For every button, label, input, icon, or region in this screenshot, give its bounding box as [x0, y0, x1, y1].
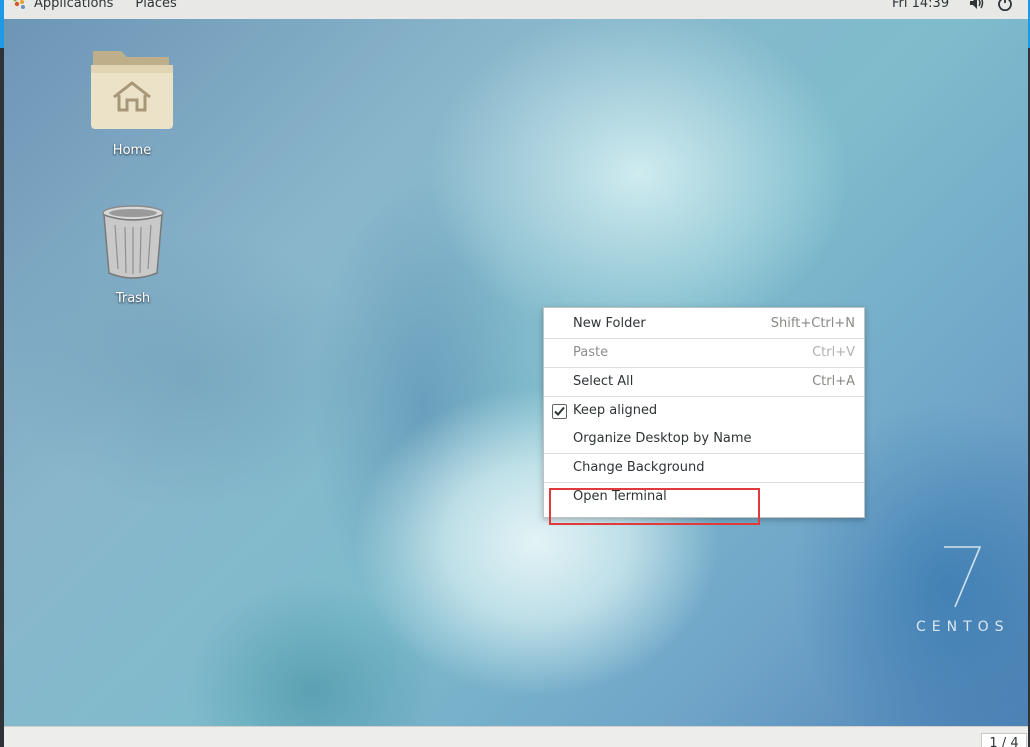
desktop-icon-trash[interactable]: Trash — [78, 203, 188, 306]
trash-icon — [93, 205, 173, 287]
menu-item-organize-by-name[interactable]: Organize Desktop by Name — [544, 425, 864, 453]
clock[interactable]: Fri 14:39 — [892, 0, 949, 11]
top-panel-left: Applications Places — [12, 0, 199, 11]
menu-item-change-background[interactable]: Change Background — [544, 454, 864, 482]
checkbox-icon[interactable] — [552, 404, 567, 419]
home-folder-icon — [87, 51, 177, 139]
menu-item-label: Select All — [573, 374, 634, 389]
menu-item-label: New Folder — [573, 316, 646, 331]
desktop-icon-home[interactable]: Home — [77, 45, 187, 158]
desktop-context-menu: New Folder Shift+Ctrl+N Paste Ctrl+V Sel… — [543, 307, 865, 518]
menu-item-keep-aligned[interactable]: Keep aligned — [544, 397, 864, 425]
power-icon[interactable] — [997, 0, 1013, 15]
menu-item-accel: Shift+Ctrl+N — [770, 316, 855, 331]
bottom-panel: 1 / 4 — [4, 726, 1028, 747]
centos-logo-icon — [938, 538, 988, 614]
trash-label: Trash — [115, 291, 151, 306]
workspace-switcher[interactable]: 1 / 4 — [981, 733, 1027, 747]
volume-icon[interactable] — [969, 0, 985, 15]
menu-item-label: Paste — [573, 345, 609, 360]
system-tray — [969, 0, 1013, 15]
menu-item-accel: Ctrl+A — [812, 374, 855, 389]
top-panel: Applications Places Fri 14:39 — [4, 0, 1028, 20]
applications-menu[interactable]: Applications — [34, 0, 113, 11]
menu-item-paste: Paste Ctrl+V — [544, 339, 864, 367]
menu-item-accel: Ctrl+V — [812, 345, 855, 360]
menu-item-label: Keep aligned — [573, 403, 658, 418]
places-menu[interactable]: Places — [135, 0, 176, 11]
home-label: Home — [112, 143, 152, 158]
menu-item-new-folder[interactable]: New Folder Shift+Ctrl+N — [544, 310, 864, 338]
menu-item-label: Organize Desktop by Name — [573, 431, 752, 446]
centos-wordmark: CENTOS — [916, 619, 1010, 635]
menu-item-label: Change Background — [573, 460, 705, 475]
menu-item-select-all[interactable]: Select All Ctrl+A — [544, 368, 864, 396]
highlight-annotation — [549, 488, 760, 525]
apps-logo-icon[interactable] — [12, 0, 28, 11]
